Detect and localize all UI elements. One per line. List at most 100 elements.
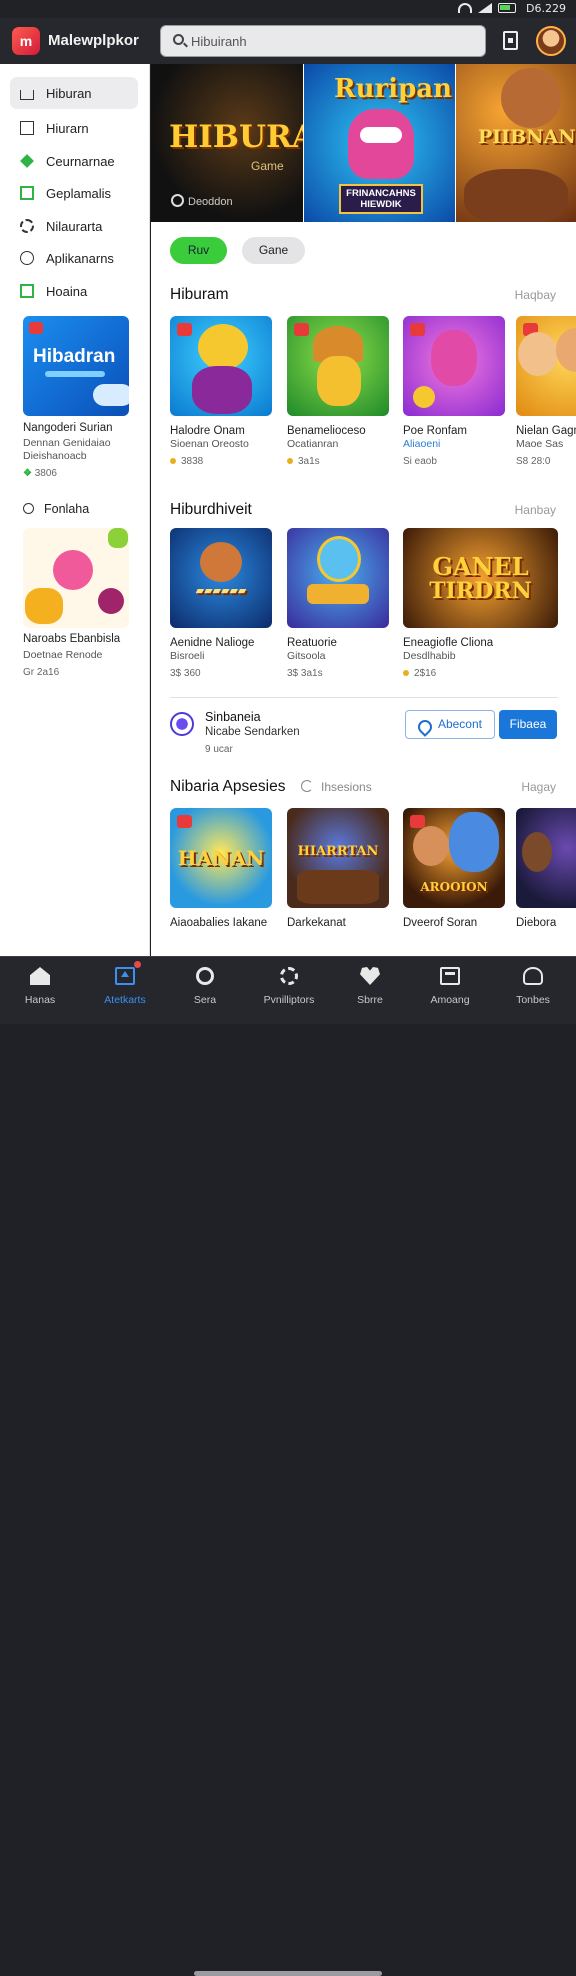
decor-blob xyxy=(413,386,435,408)
promo-card2-title[interactable]: Naroabs Ebanbisla xyxy=(23,633,148,645)
avatar[interactable] xyxy=(536,26,566,56)
sidebar-item-hiurarn[interactable]: Hiurarn xyxy=(10,112,138,144)
character-illustration xyxy=(518,332,558,376)
game-subtitle: Maoe Sas xyxy=(516,438,564,450)
badge-icon xyxy=(177,323,192,336)
game-card[interactable]: ▰▰▰▰▰▰ Aenidne Nalioge Bisroeli 3$ 360 xyxy=(170,528,272,679)
status-bar: D6.229 xyxy=(0,0,576,18)
game-title: Benamelioceso xyxy=(287,425,366,437)
nav-tab-sbrre[interactable]: Sbrre xyxy=(330,967,410,1006)
sidebar-item-aplikanarns[interactable]: Aplikanarns xyxy=(10,242,138,274)
library-icon xyxy=(440,967,460,985)
game-thumbnail: ▰▰▰▰▰▰ xyxy=(170,528,272,628)
status-time: D6.229 xyxy=(526,2,566,15)
nav-tab-sera[interactable]: Sera xyxy=(165,967,245,1006)
game-thumbnail xyxy=(403,316,505,416)
game-title: Darkekanat xyxy=(287,917,346,929)
game-thumbnail: HIARRTAN xyxy=(287,808,389,908)
sidebar-item-hiburan[interactable]: Hiburan xyxy=(10,77,138,109)
game-meta: 2$16 xyxy=(403,668,558,679)
decor-blob xyxy=(25,588,63,624)
tablet-icon[interactable] xyxy=(503,31,518,50)
box-icon xyxy=(20,121,34,135)
sidebar-item-ceurnarnae[interactable]: Ceurnarnae xyxy=(10,145,138,177)
character-illustration xyxy=(449,812,499,872)
decor-circle xyxy=(53,550,93,590)
game-card[interactable]: Poe Ronfam Aliaoeni Si eaob xyxy=(403,316,505,467)
thumbnail-title-art: AROOION xyxy=(420,880,488,894)
game-card[interactable]: Halodre Onam Sioenan Oreosto 3838 xyxy=(170,316,272,467)
sidebar-item-geplamalis[interactable]: Geplamalis xyxy=(10,177,138,209)
banner-slide[interactable]: Ruripan FRINANCAHNS HIEWDIK xyxy=(304,64,455,222)
game-thumbnail: HANAN xyxy=(170,808,272,908)
gesture-handle[interactable] xyxy=(194,1971,382,1976)
decor-blob xyxy=(98,588,124,614)
signal-icon xyxy=(478,3,492,13)
banner-slide[interactable]: HIBURAI Game Deoddon xyxy=(151,64,303,222)
game-meta-value: 2$16 xyxy=(414,668,437,679)
filter-chip-gane[interactable]: Gane xyxy=(242,237,305,264)
divider xyxy=(170,697,558,698)
game-card[interactable]: Diebora xyxy=(516,808,576,929)
circle-icon xyxy=(20,251,34,265)
nav-tab-tonbes[interactable]: Tonbes xyxy=(493,967,573,1006)
game-title: Reatuorie xyxy=(287,637,337,649)
game-meta: 3838 xyxy=(170,456,272,467)
banner-slide[interactable]: PIIBNANES xyxy=(456,64,576,222)
section-more-link[interactable]: Hanbay xyxy=(515,503,556,517)
promo-card2-image[interactable] xyxy=(23,528,129,628)
game-meta: S8 28:0 xyxy=(516,456,551,467)
promo-card-title[interactable]: Nangoderi Surian xyxy=(23,422,148,434)
character-illustration xyxy=(413,826,449,866)
filter-chip-ruv[interactable]: Ruv xyxy=(170,237,227,264)
sidebar-item-nilaurarta[interactable]: Nilaurarta xyxy=(10,210,138,242)
section-more-link[interactable]: Hagay xyxy=(521,780,556,794)
game-card[interactable]: HANAN Aiaoabalies Iakane xyxy=(170,808,272,929)
section-more-link[interactable]: Haqbay xyxy=(515,288,556,302)
nav-tab-label: Amoang xyxy=(430,994,470,1006)
character-illustration xyxy=(192,366,252,414)
promo-card2-sub: Doetnae Renode xyxy=(23,649,103,661)
character-illustration xyxy=(198,324,248,370)
character-illustration xyxy=(431,330,477,386)
promo-card2-meta: Gr 2a16 xyxy=(23,667,60,678)
game-subtitle: Desdlhabib xyxy=(403,650,456,662)
promo-card-meta-value: 3806 xyxy=(34,468,57,479)
search-bar[interactable] xyxy=(160,25,486,57)
game-thumbnail xyxy=(287,316,389,416)
nav-tab-amoang[interactable]: Amoang xyxy=(410,967,490,1006)
sidebar-item-label: Geplamalis xyxy=(46,185,112,201)
game-subtitle: Aliaoeni xyxy=(403,438,441,450)
promo-card-image-text: Hibadran xyxy=(33,346,116,367)
sidebar: Hiburan Hiurarn Ceurnarnae Geplamalis Ni… xyxy=(0,64,150,956)
section-subtitle[interactable]: Ihsesions xyxy=(301,780,372,794)
promo-card-image[interactable]: Hibadran xyxy=(23,316,129,416)
section-title: Hiburdhiveit xyxy=(170,501,252,518)
app-name: Malewplpkor xyxy=(48,32,139,49)
sidebar-section-label[interactable]: Fonlaha xyxy=(23,502,89,516)
game-card[interactable]: Reatuorie Gitsoola 3$ 3a1s xyxy=(287,528,389,679)
game-thumbnail: GANEL TIRDRN xyxy=(403,528,558,628)
game-card[interactable]: HIARRTAN Darkekanat xyxy=(287,808,389,929)
search-input[interactable] xyxy=(191,31,471,51)
game-card[interactable]: Benamelioceso Ocatianran 3a1s xyxy=(287,316,389,467)
game-card[interactable]: AROOION Dveerof Soran xyxy=(403,808,505,929)
sidebar-item-hoaina[interactable]: Hoaina xyxy=(10,275,138,307)
nav-tab-atetkarts[interactable]: Atetkarts xyxy=(85,961,165,1006)
section-title: Nibaria Apsesies xyxy=(170,778,286,795)
promo-card-sub: Dennan Genidaiao xyxy=(23,437,111,449)
thumbnail-title-art: HIARRTAN xyxy=(297,844,379,859)
banner-subtitle: FRINANCAHNS HIEWDIK xyxy=(339,184,423,214)
nav-tab-hanas[interactable]: Hanas xyxy=(0,967,80,1006)
game-card[interactable]: Nielan Gagn Maoe Sas S8 28:0 xyxy=(516,316,576,467)
game-title: Diebora xyxy=(516,917,557,929)
app-logo[interactable]: m xyxy=(12,27,40,55)
game-card[interactable]: GANEL TIRDRN Eneagiofle Cliona Desdlhabi… xyxy=(403,528,558,679)
promo-primary-button[interactable]: Fibaea xyxy=(499,710,557,739)
hero-banner[interactable]: HIBURAI Game Deoddon Ruripan FRINANCAHNS… xyxy=(151,64,576,222)
game-thumbnail xyxy=(516,316,576,416)
thumbnail-title-art xyxy=(307,584,369,604)
app-bar: m Malewplpkor xyxy=(0,18,576,64)
promo-outline-button[interactable]: Abecont xyxy=(405,710,495,739)
nav-tab-pvnilliptors[interactable]: Pvnilliptors xyxy=(249,967,329,1006)
